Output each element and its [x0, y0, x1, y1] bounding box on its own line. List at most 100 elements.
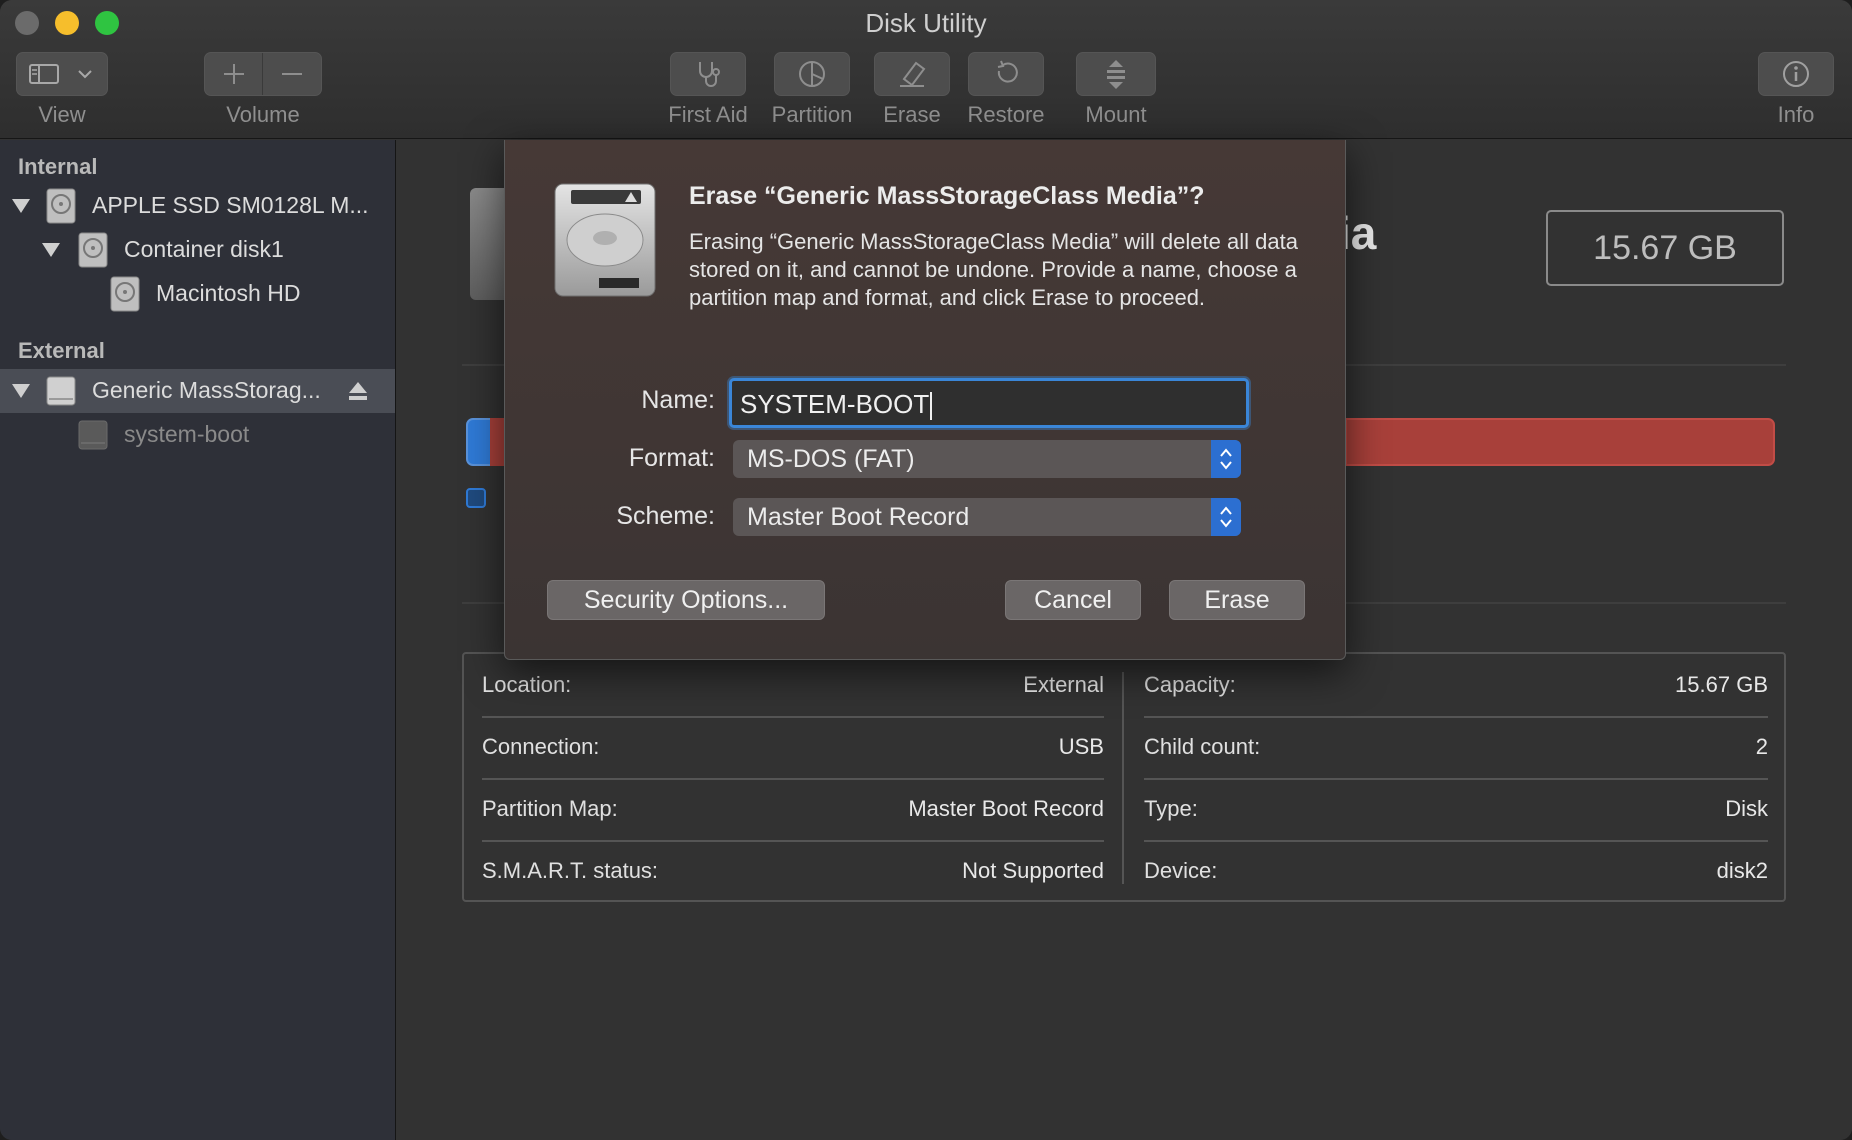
container-disk-icon	[78, 232, 108, 268]
sidebar-item-label: Container disk1	[124, 236, 284, 262]
partition-bar-segment	[466, 418, 492, 466]
partition-label: Partition	[771, 102, 853, 127]
disclosure-triangle-icon[interactable]	[12, 199, 30, 213]
info-row-type: Type: Disk	[1144, 778, 1768, 840]
cancel-button[interactable]: Cancel	[1005, 580, 1141, 620]
partition-bar-segment	[490, 418, 504, 466]
sidebar-item-container-disk1[interactable]: Container disk1	[0, 228, 395, 272]
format-label: Format:	[628, 444, 715, 472]
volume-disk-icon	[78, 420, 108, 450]
restore-button[interactable]	[968, 52, 1044, 96]
mount-button[interactable]	[1076, 52, 1156, 96]
hard-disk-icon	[554, 183, 656, 297]
partition-button[interactable]	[774, 52, 850, 96]
info-row-capacity: Capacity: 15.67 GB	[1144, 654, 1768, 716]
info-row-smart-status: S.M.A.R.T. status: Not Supported	[482, 840, 1104, 902]
info-label: Capacity:	[1144, 672, 1236, 697]
info-label: S.M.A.R.T. status:	[482, 858, 659, 883]
restore-arrow-icon	[997, 60, 1018, 83]
sidebar-header-internal: Internal	[18, 154, 98, 179]
first-aid-button[interactable]	[670, 52, 746, 96]
external-disk-icon	[46, 376, 76, 406]
mount-label: Mount	[1085, 102, 1147, 127]
eraser-icon	[900, 61, 926, 87]
partition-bar-segment	[1345, 418, 1775, 466]
scheme-popup[interactable]: Master Boot Record	[733, 498, 1241, 536]
sidebar-item-generic-massstorage[interactable]: Generic MassStorag...	[0, 369, 395, 413]
name-input[interactable]: SYSTEM-BOOT	[729, 378, 1249, 428]
scheme-label: Scheme:	[616, 502, 715, 530]
chevron-down-icon	[78, 70, 92, 79]
disclosure-triangle-icon[interactable]	[12, 384, 30, 398]
sidebar-item-macintosh-hd[interactable]: Macintosh HD	[0, 272, 395, 316]
eject-icon[interactable]	[348, 380, 368, 402]
info-row-child-count: Child count: 2	[1144, 716, 1768, 778]
erase-dialog: Erase “Generic MassStorageClass Media”? …	[504, 140, 1346, 660]
window-title: Disk Utility	[865, 8, 987, 38]
minus-icon	[282, 73, 302, 75]
info-value: Disk	[1725, 796, 1768, 821]
stethoscope-icon	[699, 62, 720, 87]
disk-image-icon	[470, 188, 506, 300]
up-down-chevron-icon	[1211, 440, 1241, 478]
info-label: Type:	[1144, 796, 1198, 821]
info-row-partition-map: Partition Map: Master Boot Record	[482, 778, 1104, 840]
info-row-connection: Connection: USB	[482, 716, 1104, 778]
toolbar: Disk Utility View Volume First Aid Parti…	[0, 0, 1852, 139]
info-value: 15.67 GB	[1675, 672, 1768, 697]
info-value: disk2	[1716, 858, 1768, 883]
info-column-divider	[1122, 672, 1124, 884]
dialog-title: Erase “Generic MassStorageClass Media”?	[689, 182, 1205, 210]
restore-label: Restore	[967, 102, 1045, 127]
sidebar-item-label: Generic MassStorag...	[92, 377, 321, 403]
security-options-button[interactable]: Security Options...	[547, 580, 825, 620]
info-label: Partition Map:	[482, 796, 618, 821]
up-down-chevron-icon	[1211, 498, 1241, 536]
info-table: Location: External Connection: USB Parti…	[462, 652, 1786, 902]
sidebar-item-label: system-boot	[124, 421, 250, 447]
volume-label: Volume	[226, 102, 300, 127]
view-button[interactable]	[16, 52, 108, 96]
sidebar-header-external: External	[18, 338, 105, 363]
info-label: Device:	[1144, 858, 1218, 883]
text-cursor	[930, 392, 933, 421]
pie-chart-icon	[799, 61, 825, 87]
plus-icon	[223, 64, 244, 84]
format-popup[interactable]: MS-DOS (FAT)	[733, 440, 1241, 478]
capacity-box: 15.67 GB	[1546, 210, 1784, 286]
info-row-device: Device: disk2	[1144, 840, 1768, 902]
name-input-value: SYSTEM-BOOT	[740, 389, 930, 419]
format-popup-value: MS-DOS (FAT)	[747, 444, 915, 473]
disk-utility-window: Disk Utility View Volume First Aid Parti…	[0, 0, 1852, 1140]
erase-button[interactable]: Erase	[1169, 580, 1305, 620]
sidebar-item-label: Macintosh HD	[156, 280, 301, 306]
info-label: Info	[1777, 102, 1815, 127]
info-row-location: Location: External	[482, 654, 1104, 716]
sidebar-item-apple-ssd[interactable]: APPLE SSD SM0128L M...	[0, 184, 395, 228]
info-value: Not Supported	[962, 858, 1104, 883]
sidebar-icon	[29, 64, 59, 84]
info-value: 2	[1755, 734, 1768, 759]
internal-disk-icon	[46, 188, 76, 224]
sidebar: Internal APPLE SSD SM0128L M... Containe…	[0, 140, 396, 1140]
sidebar-item-system-boot[interactable]: system-boot	[0, 413, 395, 457]
partition-legend-swatch	[466, 488, 486, 508]
sidebar-item-label: APPLE SSD SM0128L M...	[92, 192, 369, 218]
info-label: Connection:	[482, 734, 600, 759]
remove-volume-button[interactable]	[263, 53, 321, 95]
scheme-popup-value: Master Boot Record	[747, 502, 970, 531]
info-value: Master Boot Record	[908, 796, 1104, 821]
name-label: Name:	[641, 386, 715, 414]
view-label: View	[38, 102, 86, 127]
info-icon	[1783, 61, 1809, 87]
erase-toolbar-button[interactable]	[874, 52, 950, 96]
first-aid-label: First Aid	[668, 102, 748, 127]
volume-button-group	[204, 52, 322, 96]
info-value: External	[1023, 672, 1104, 697]
add-volume-button[interactable]	[205, 53, 263, 95]
info-label: Child count:	[1144, 734, 1261, 759]
info-label: Location:	[482, 672, 572, 697]
info-button[interactable]	[1758, 52, 1834, 96]
mount-icon	[1107, 60, 1125, 89]
disclosure-triangle-icon[interactable]	[42, 243, 60, 257]
